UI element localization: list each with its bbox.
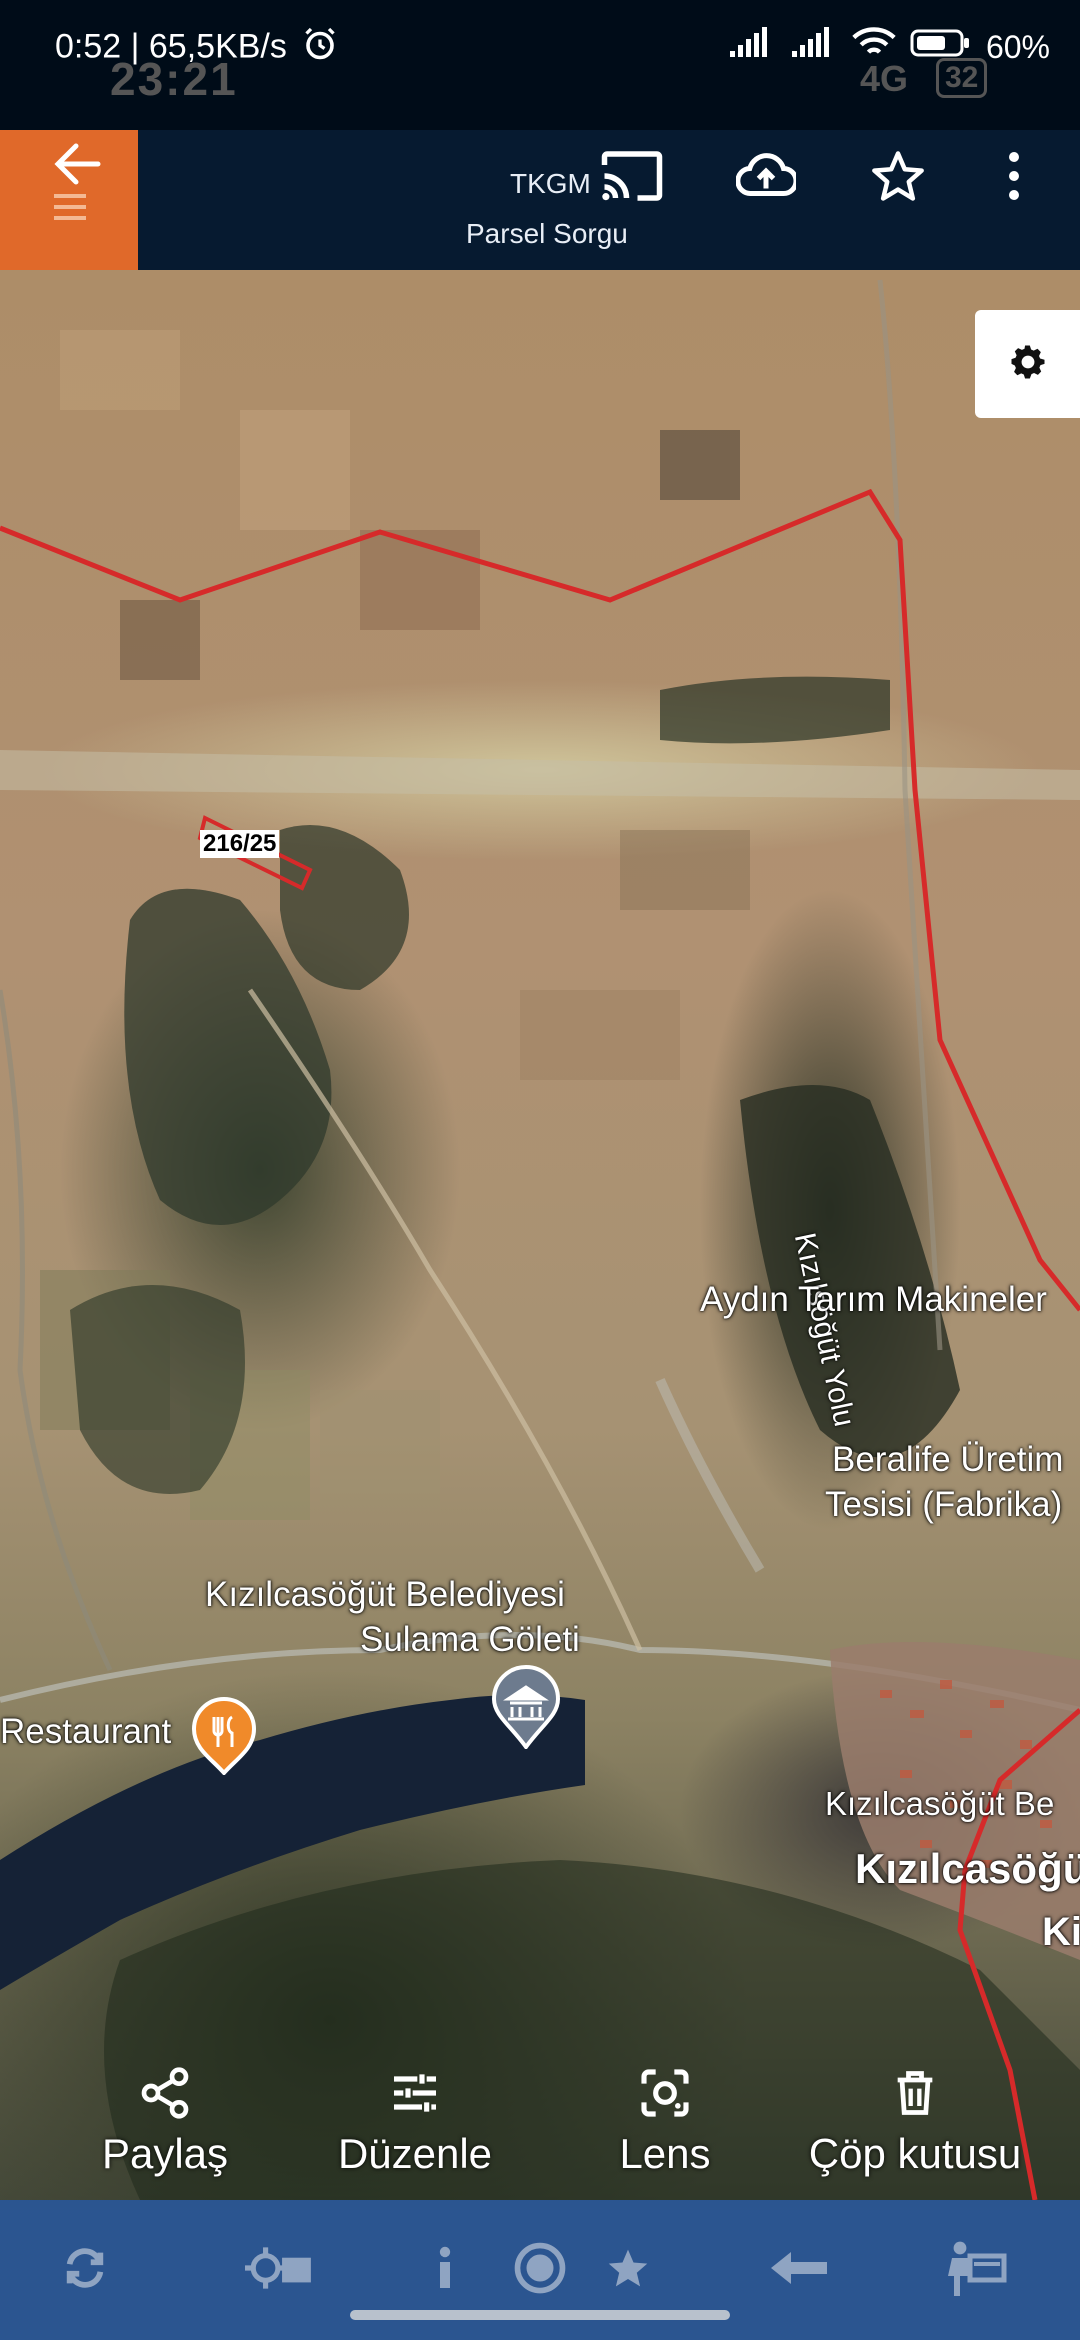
signal-icon [728, 27, 776, 67]
museum-pin[interactable] [490, 1665, 562, 1754]
map-settings-button[interactable] [975, 310, 1080, 418]
gesture-bar[interactable] [350, 2310, 730, 2320]
star-filled-icon [605, 2246, 651, 2295]
measure-button[interactable] [935, 2240, 1015, 2300]
app-title-parsel: Parsel Sorgu [466, 218, 628, 249]
back-button[interactable] [0, 130, 138, 270]
share-label: Paylaş [101, 2130, 229, 2177]
refresh-button[interactable] [55, 2240, 115, 2300]
map-label-beralife-1: Beralife Üretim [832, 1440, 1064, 1479]
more-vert-icon [1007, 151, 1021, 206]
photo-actions-bar: Paylaş Düzenle Lens Çöp kutusu [0, 2060, 1080, 2200]
trash-label: Çöp kutusu [808, 2130, 1022, 2177]
signal-icon-2 [790, 27, 838, 67]
alarm-icon [302, 26, 338, 71]
map-label-belediye-1: Kızılcasöğüt Belediyesi [205, 1575, 565, 1614]
map-features [0, 279, 1080, 2200]
map-label-kizilca-town: Kızılcasöğü [855, 1845, 1080, 1892]
map-label-beralife-2: Tesisi (Fabrika) [825, 1485, 1063, 1524]
map-label-restaurant: Restaurant [0, 1712, 172, 1751]
museum-icon [490, 1665, 562, 1753]
gps-layer-button[interactable] [240, 2240, 320, 2300]
restaurant-icon [188, 1697, 260, 1779]
map-label-ki: Ki [1042, 1910, 1080, 1954]
trash-icon [889, 2065, 941, 2126]
lens-label: Lens [619, 2130, 711, 2177]
cast-button[interactable] [592, 138, 672, 218]
share-icon [137, 2065, 193, 2126]
satellite-map[interactable]: 216/25 Kızılsöğüt Yolu Aydın Tarım Makin… [0, 270, 1080, 2200]
lens-button[interactable]: Lens [605, 2060, 725, 2178]
status-bar: 23:21 0:52 | 65,5KB/s 4G 32 60% [0, 0, 1080, 130]
parcel-label: 216/25 [200, 830, 280, 858]
star-icon [870, 149, 926, 208]
favorite-button[interactable] [858, 138, 938, 218]
menu-lines-icon [52, 192, 88, 227]
star-toolbar-button[interactable] [600, 2240, 656, 2300]
app-bar: TKGM Parsel Sorgu [0, 130, 1080, 270]
info-icon [435, 2246, 455, 2295]
gear-icon [1006, 340, 1050, 389]
cloud-upload-button[interactable] [726, 138, 806, 218]
info-button[interactable] [425, 2240, 465, 2300]
swap-button[interactable] [760, 2240, 840, 2300]
tune-icon [387, 2065, 443, 2126]
share-button[interactable]: Paylaş [95, 2060, 235, 2178]
refresh-icon [62, 2245, 108, 2296]
lens-icon [637, 2065, 693, 2126]
map-label-aydin: Aydın Tarım Makineler [700, 1280, 1047, 1319]
record-icon [513, 2241, 567, 2300]
status-left: 0:52 | 65,5KB/s [55, 26, 338, 71]
swap-arrow-icon [767, 2248, 833, 2293]
cast-icon [599, 148, 665, 209]
edit-label: Düzenle [337, 2130, 493, 2177]
restaurant-pin[interactable] [188, 1695, 260, 1780]
edit-button[interactable]: Düzenle [325, 2060, 505, 2178]
status-time-speed: 0:52 | 65,5KB/s [55, 27, 287, 66]
record-button[interactable] [512, 2240, 568, 2300]
wifi-icon [852, 26, 896, 68]
trash-button[interactable]: Çöp kutusu [795, 2060, 1035, 2178]
app-title-tkgm: TKGM [510, 168, 591, 199]
measure-person-icon [942, 2240, 1008, 2301]
cloud-upload-icon [735, 152, 799, 204]
battery-icon [910, 27, 972, 67]
gps-layer-icon [245, 2245, 315, 2296]
back-arrow-icon [52, 142, 102, 191]
more-button[interactable] [974, 138, 1054, 218]
map-label-belediye-2: Sulama Göleti [360, 1620, 580, 1659]
battery-percent: 60% [985, 28, 1050, 65]
map-label-kizilca-be: Kızılcasöğüt Be [825, 1785, 1055, 1822]
status-right: 60% [728, 26, 1050, 68]
